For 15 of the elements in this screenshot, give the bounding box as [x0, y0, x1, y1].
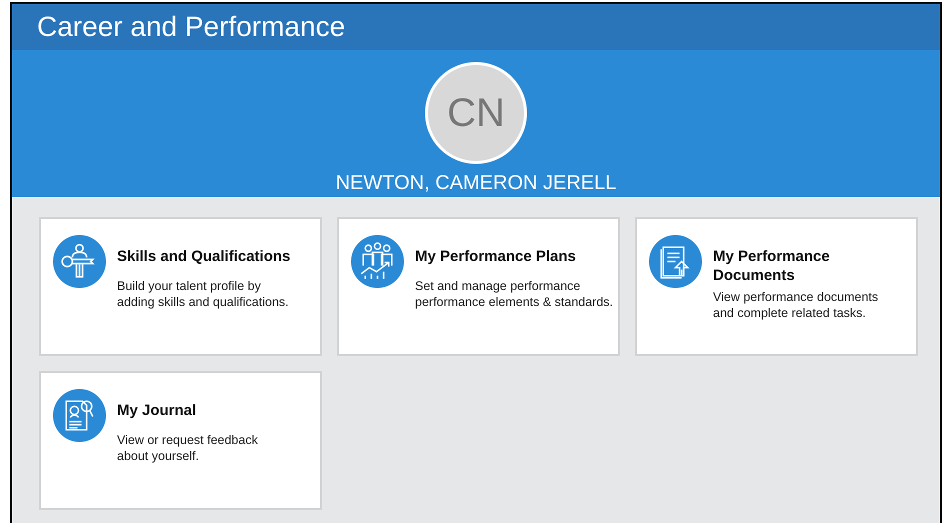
- user-name: NEWTON, CAMERON JERELL: [336, 172, 616, 195]
- team-chart-icon: [351, 235, 404, 288]
- person-key-icon: [53, 235, 106, 288]
- page-title: Career and Performance: [37, 10, 346, 44]
- card-description: Build your talent profile by adding skills and qualifications.: [117, 278, 290, 310]
- document-upload-icon: [649, 235, 702, 288]
- card-title[interactable]: My Journal: [117, 401, 258, 420]
- avatar: CN: [425, 62, 527, 164]
- card-title[interactable]: Skills and Qualifications: [117, 247, 290, 266]
- card-title[interactable]: My Performance Documents: [713, 247, 878, 285]
- card-description: View or request feedback about yourself.: [117, 432, 258, 464]
- card-title[interactable]: My Performance Plans: [415, 247, 614, 266]
- card-description: View performance documents and complete related tasks.: [713, 289, 878, 321]
- document-magnifier-icon: [53, 389, 106, 442]
- card-description: Set and manage performance performance elements & standards.: [415, 278, 614, 310]
